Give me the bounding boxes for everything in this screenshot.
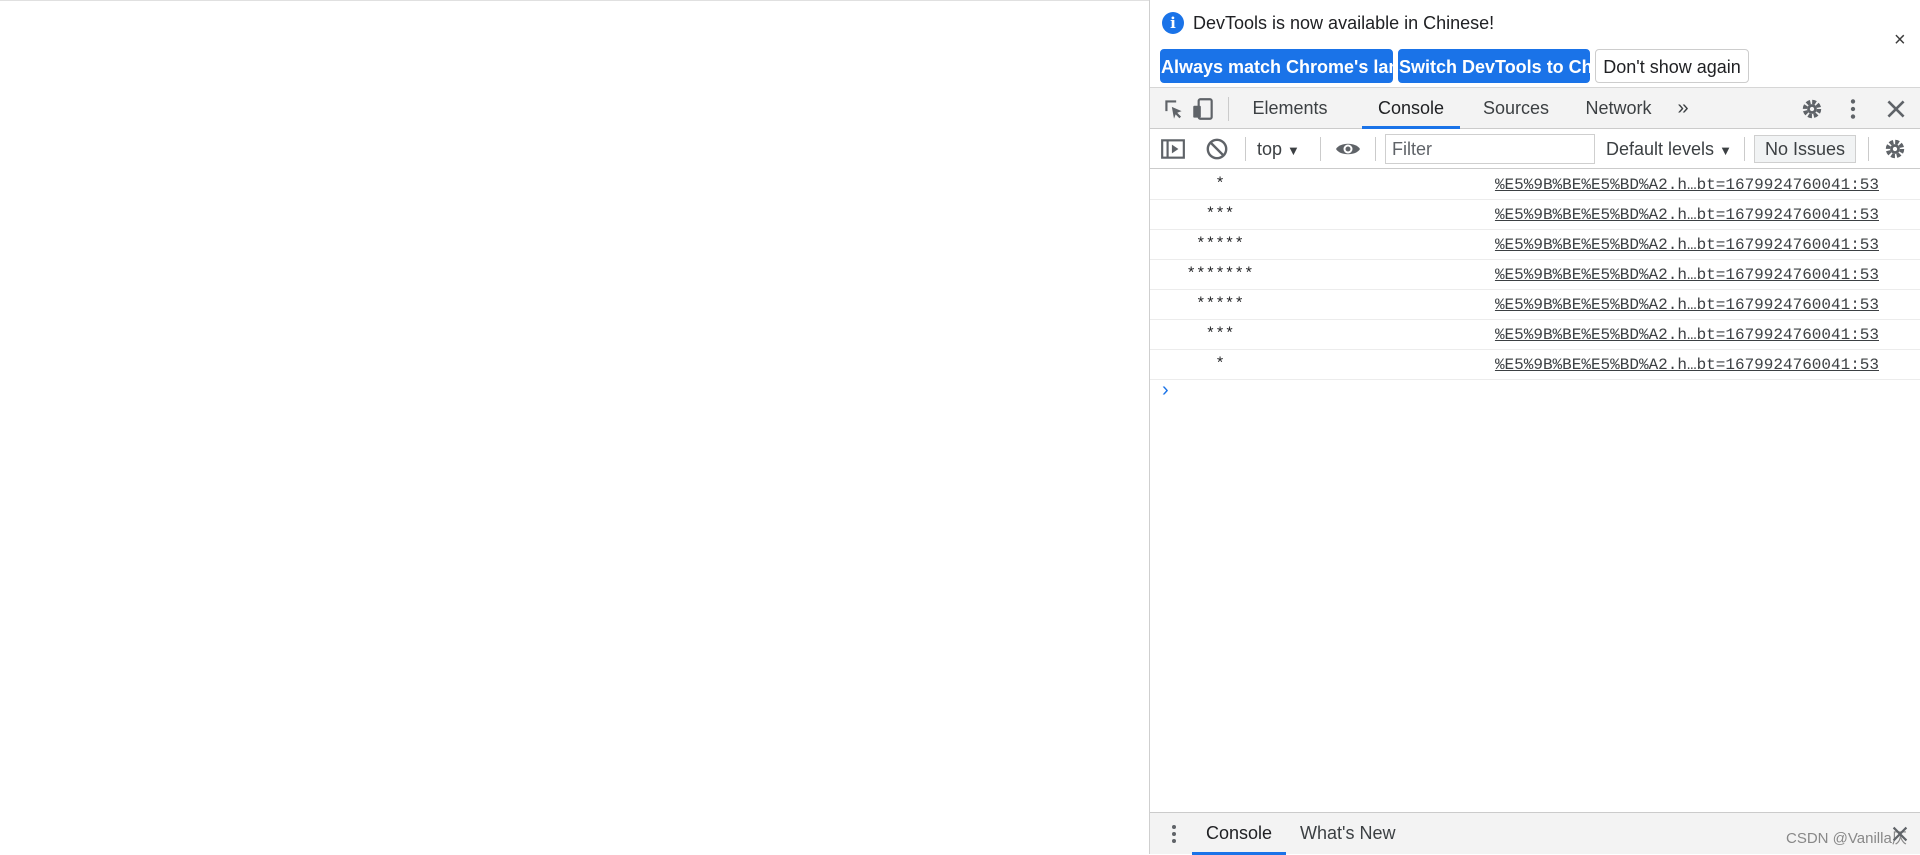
console-message-row: * %E5%9B%BE%E5%BD%A2.h…bt=1679924760041:… [1150, 170, 1920, 200]
devtools-panel: i DevTools is now available in Chinese! … [1149, 0, 1920, 855]
toolbar-separator [1868, 137, 1869, 161]
console-message-text: ***** [1195, 295, 1244, 313]
info-icon: i [1162, 12, 1184, 34]
tab-network[interactable]: Network [1570, 88, 1667, 129]
browser-page [0, 0, 1149, 854]
log-levels-label: Default levels [1606, 139, 1715, 159]
console-message-text: * [1215, 175, 1225, 193]
device-toolbar-icon[interactable] [1190, 96, 1216, 122]
tab-elements[interactable]: Elements [1242, 88, 1338, 129]
log-levels-dropdown[interactable]: Default levels ▼ [1606, 129, 1732, 169]
drawer-tab-whats-new[interactable]: What's New [1300, 813, 1395, 855]
show-sidebar-icon[interactable] [1160, 136, 1186, 162]
issues-button[interactable]: No Issues [1754, 135, 1856, 163]
infobar-close-icon[interactable]: × [1894, 30, 1906, 50]
close-devtools-icon[interactable] [1883, 96, 1909, 122]
console-source-link[interactable]: %E5%9B%BE%E5%BD%A2.h…bt=1679924760041:53 [1495, 230, 1879, 260]
drawer-tab-console[interactable]: Console [1192, 813, 1286, 855]
devtools-tabbar: Elements Console Sources Network » [1150, 88, 1920, 129]
inspect-element-icon[interactable] [1161, 96, 1187, 122]
console-messages: * %E5%9B%BE%E5%BD%A2.h…bt=1679924760041:… [1150, 170, 1920, 380]
toolbar-separator [1744, 137, 1745, 161]
drawer-menu-icon[interactable] [1166, 821, 1182, 847]
switch-to-chinese-button[interactable]: Switch DevTools to Chinese [1398, 49, 1639, 83]
toolbar-separator [1375, 137, 1376, 161]
console-message-text: ***** [1195, 235, 1244, 253]
console-toolbar: top ▼ Default levels ▼ No Issues [1150, 129, 1920, 169]
toolbar-separator [1228, 97, 1229, 121]
drawer-close-icon[interactable] [1889, 823, 1911, 845]
console-source-link[interactable]: %E5%9B%BE%E5%BD%A2.h…bt=1679924760041:53 [1495, 350, 1879, 380]
drawer-tabbar: Console What's New CSDN @Vanilla仄 [1150, 812, 1920, 855]
console-source-link[interactable]: %E5%9B%BE%E5%BD%A2.h…bt=1679924760041:53 [1495, 260, 1879, 290]
live-expression-eye-icon[interactable] [1334, 136, 1362, 162]
console-prompt-chevron-icon[interactable]: › [1162, 380, 1169, 400]
console-message-text: * [1215, 355, 1225, 373]
console-message-row: * %E5%9B%BE%E5%BD%A2.h…bt=1679924760041:… [1150, 350, 1920, 380]
console-message-row: ***** %E5%9B%BE%E5%BD%A2.h…bt=1679924760… [1150, 230, 1920, 260]
toolbar-separator [1245, 137, 1246, 161]
context-selector-label: top [1257, 139, 1283, 159]
console-message-row: ***** %E5%9B%BE%E5%BD%A2.h…bt=1679924760… [1150, 290, 1920, 320]
settings-gear-icon[interactable] [1799, 96, 1825, 122]
console-message-text: ******* [1186, 265, 1254, 283]
console-source-link[interactable]: %E5%9B%BE%E5%BD%A2.h…bt=1679924760041:53 [1495, 170, 1879, 200]
tab-console[interactable]: Console [1362, 88, 1460, 129]
console-source-link[interactable]: %E5%9B%BE%E5%BD%A2.h…bt=1679924760041:53 [1495, 320, 1879, 350]
dropdown-triangle-icon: ▼ [1719, 143, 1732, 158]
dropdown-triangle-icon: ▼ [1287, 143, 1300, 158]
infobar-message: DevTools is now available in Chinese! [1193, 13, 1495, 33]
console-filter-input[interactable] [1385, 134, 1595, 164]
console-message-text: *** [1205, 205, 1235, 223]
console-message-row: *** %E5%9B%BE%E5%BD%A2.h…bt=167992476004… [1150, 320, 1920, 350]
clear-console-icon[interactable] [1204, 136, 1230, 162]
more-options-icon[interactable] [1840, 96, 1866, 122]
toolbar-separator [1320, 137, 1321, 161]
console-message-row: *** %E5%9B%BE%E5%BD%A2.h…bt=167992476004… [1150, 200, 1920, 230]
console-message-row: ******* %E5%9B%BE%E5%BD%A2.h…bt=16799247… [1150, 260, 1920, 290]
tab-sources[interactable]: Sources [1467, 88, 1565, 129]
context-selector[interactable]: top ▼ [1257, 129, 1300, 169]
dont-show-again-button[interactable]: Don't show again [1595, 49, 1749, 83]
console-source-link[interactable]: %E5%9B%BE%E5%BD%A2.h…bt=1679924760041:53 [1495, 200, 1879, 230]
console-source-link[interactable]: %E5%9B%BE%E5%BD%A2.h…bt=1679924760041:53 [1495, 290, 1879, 320]
console-message-text: *** [1205, 325, 1235, 343]
language-infobar: i DevTools is now available in Chinese! … [1150, 0, 1920, 88]
console-settings-gear-icon[interactable] [1882, 136, 1908, 162]
always-match-language-button[interactable]: Always match Chrome's language [1160, 49, 1452, 83]
more-tabs-chevron-icon[interactable]: » [1670, 88, 1696, 129]
